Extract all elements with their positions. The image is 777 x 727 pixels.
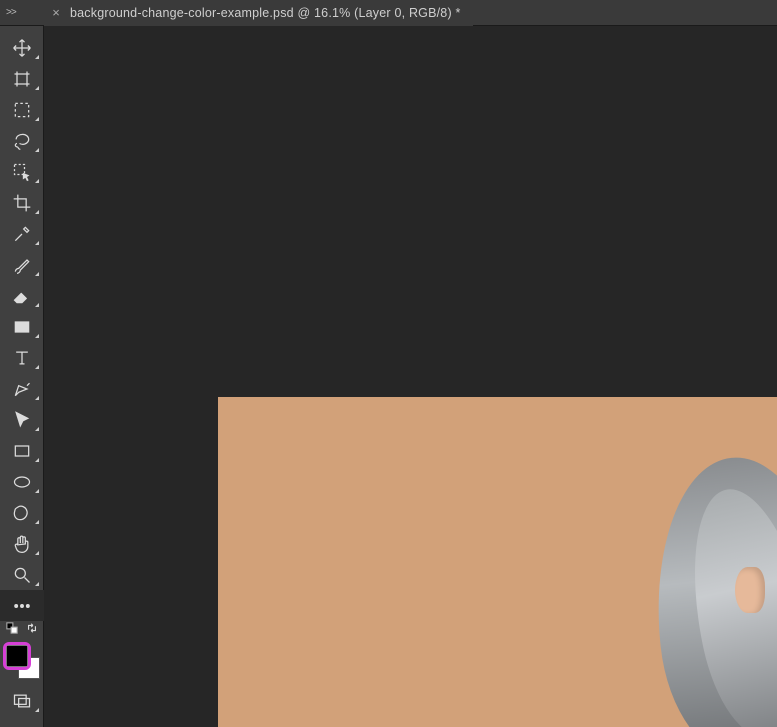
photo-ear: [735, 567, 765, 613]
canvas-area[interactable]: [44, 26, 777, 727]
brush-tool[interactable]: [0, 249, 44, 280]
hand-icon: [12, 534, 32, 554]
quick-select-icon: [12, 162, 32, 182]
tools-panel: [0, 26, 44, 727]
pen-icon: [12, 379, 32, 399]
edit-toolbar-tool[interactable]: [0, 590, 44, 621]
document-canvas[interactable]: [218, 397, 777, 727]
eyedropper-icon: [12, 224, 32, 244]
expand-panels-icon[interactable]: >>: [0, 0, 44, 26]
marquee-icon: [12, 100, 32, 120]
document-tab-title: background-change-color-example.psd @ 16…: [70, 6, 461, 20]
move-icon: [12, 38, 32, 58]
custom-shape-tool[interactable]: [0, 497, 44, 528]
cursor-icon: [12, 410, 32, 430]
document-tab[interactable]: × background-change-color-example.psd @ …: [44, 0, 473, 26]
foreground-color-swatch[interactable]: [6, 645, 28, 667]
gradient-tool[interactable]: [0, 311, 44, 342]
quick-select-tool[interactable]: [0, 156, 44, 187]
screen-mode-icon: [12, 691, 32, 711]
zoom-tool[interactable]: [0, 559, 44, 590]
color-swatches: [0, 641, 44, 681]
pen-tool[interactable]: [0, 373, 44, 404]
artboard-icon: [12, 69, 32, 89]
rectangle-shape-tool[interactable]: [0, 435, 44, 466]
artboard-tool[interactable]: [0, 63, 44, 94]
zoom-icon: [12, 565, 32, 585]
type-tool[interactable]: [0, 342, 44, 373]
screen-mode-tool[interactable]: [0, 685, 44, 716]
close-tab-icon[interactable]: ×: [50, 6, 62, 19]
crop-tool[interactable]: [0, 187, 44, 218]
type-icon: [12, 348, 32, 368]
hand-tool[interactable]: [0, 528, 44, 559]
ellipse-shape-tool[interactable]: [0, 466, 44, 497]
rect-marquee-tool[interactable]: [0, 94, 44, 125]
eyedropper-tool[interactable]: [0, 218, 44, 249]
eraser-icon: [12, 286, 32, 306]
rectangle-icon: [12, 441, 32, 461]
blob-icon: [12, 503, 32, 523]
eraser-tool[interactable]: [0, 280, 44, 311]
brush-icon: [12, 255, 32, 275]
swap-colors-icon[interactable]: [26, 621, 38, 639]
crop-icon: [12, 193, 32, 213]
document-tab-bar: >> × background-change-color-example.psd…: [0, 0, 777, 26]
path-select-tool[interactable]: [0, 404, 44, 435]
gradient-icon: [12, 317, 32, 337]
edit-toolbar-icon: [12, 596, 32, 616]
ellipse-icon: [12, 472, 32, 492]
move-tool[interactable]: [0, 32, 44, 63]
lasso-tool[interactable]: [0, 125, 44, 156]
default-colors-icon[interactable]: [6, 621, 18, 639]
lasso-icon: [12, 131, 32, 151]
